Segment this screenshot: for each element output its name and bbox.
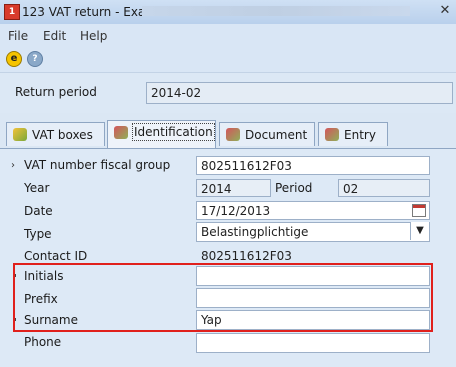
tab-vat-boxes[interactable]: VAT boxes <box>6 122 105 146</box>
entry-icon <box>325 128 339 141</box>
chevron-down-icon[interactable]: ▼ <box>410 222 429 240</box>
vat-group-input[interactable]: 802511612F03 <box>196 156 430 175</box>
calendar-icon[interactable] <box>412 204 426 217</box>
close-button[interactable]: ✕ <box>438 3 452 19</box>
title-bar-redacted <box>142 6 410 16</box>
phone-input[interactable] <box>196 333 430 353</box>
app-icon: 1 <box>4 4 20 20</box>
required-arrow-icon: › <box>11 160 15 171</box>
contact-id-value: 802511612F03 <box>196 246 430 264</box>
window-title: 123 VAT return - Exact <box>22 5 157 19</box>
scrollbar[interactable] <box>446 149 456 367</box>
date-input[interactable]: 17/12/2013 <box>196 201 430 220</box>
tab-vat-boxes-label: VAT boxes <box>32 128 93 142</box>
tab-identification[interactable]: Identification <box>107 120 216 148</box>
contact-id-label: Contact ID <box>24 249 88 263</box>
tab-identification-label: Identification <box>132 123 215 141</box>
menu-bar: File Edit Help <box>0 24 456 46</box>
date-label: Date <box>24 204 53 218</box>
highlight-box <box>13 263 433 332</box>
exact-logo-icon[interactable]: e <box>6 51 22 67</box>
menu-help[interactable]: Help <box>80 29 107 43</box>
vat-group-label: VAT number fiscal group <box>24 158 171 172</box>
identification-icon <box>114 126 128 139</box>
period-field: 02 <box>338 179 430 197</box>
return-period-label: Return period <box>15 85 97 99</box>
title-bar: 1 123 VAT return - Exact ✕ <box>0 0 456 25</box>
type-label: Type <box>24 227 52 241</box>
menu-edit[interactable]: Edit <box>43 29 66 43</box>
tab-document-label: Document <box>245 128 308 142</box>
return-period-field: 2014-02 <box>146 82 453 104</box>
period-label: Period <box>275 181 313 195</box>
tab-strip: VAT boxes Identification Document Entry <box>0 118 456 149</box>
tab-document[interactable]: Document <box>219 122 315 146</box>
phone-label: Phone <box>24 335 62 349</box>
type-select[interactable]: Belastingplichtige <box>196 222 430 242</box>
header-panel: Return period 2014-02 <box>0 73 456 113</box>
tab-entry[interactable]: Entry <box>318 122 388 146</box>
vat-boxes-icon <box>13 128 27 141</box>
tab-entry-label: Entry <box>344 128 376 142</box>
menu-file[interactable]: File <box>8 29 28 43</box>
year-label: Year <box>24 181 50 195</box>
toolbar: e ? <box>0 46 456 73</box>
help-icon[interactable]: ? <box>27 51 43 67</box>
year-field: 2014 <box>196 179 271 197</box>
document-icon <box>226 128 240 141</box>
